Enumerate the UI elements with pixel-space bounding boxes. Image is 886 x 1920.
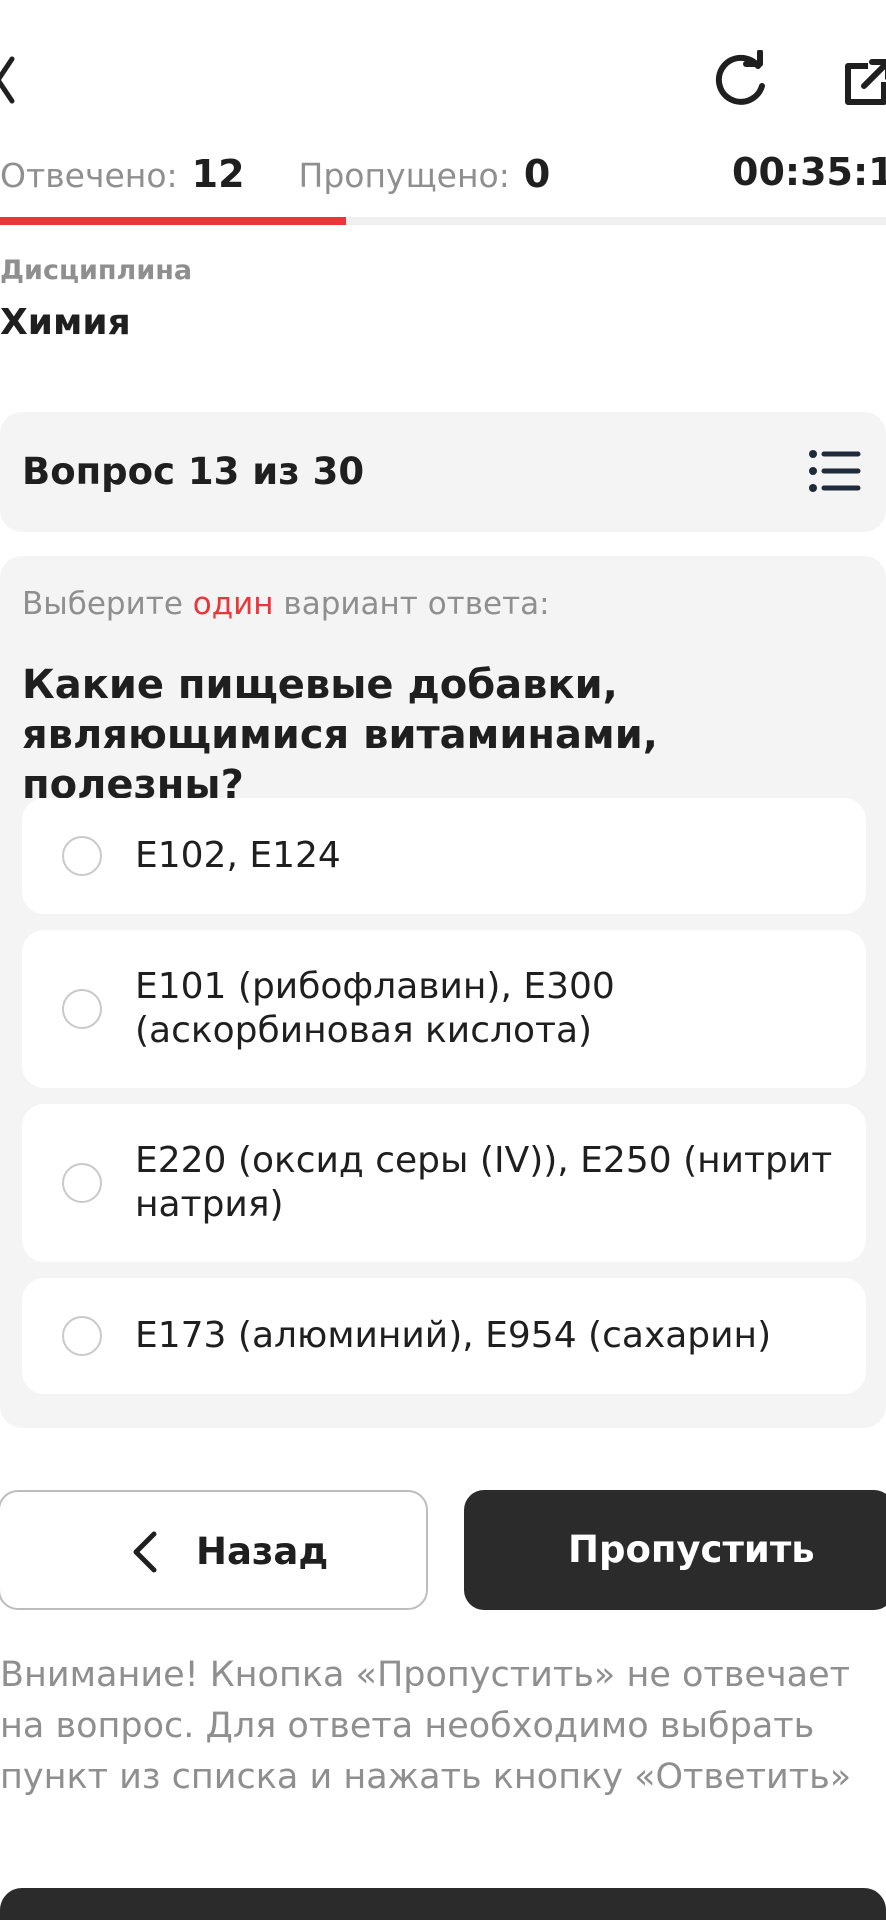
- question-card: Выберите один вариант ответа: Какие пище…: [0, 556, 886, 1428]
- skip-notice: Внимание! Кнопка «Пропустить» не отвечае…: [0, 1655, 852, 1797]
- answer-option[interactable]: E101 (рибофлавин), E300 (аскорбиновая ки…: [22, 930, 866, 1088]
- answer-option[interactable]: E102, E124: [22, 798, 866, 914]
- skip-button-label: Пропустить: [568, 1528, 815, 1571]
- question-counter: Вопрос 13 из 30: [22, 450, 365, 493]
- discipline-label: Дисциплина: [0, 255, 193, 286]
- answer-option-label: E173 (алюминий), E954 (сахарин): [135, 1315, 772, 1356]
- hint-emphasis: один: [192, 586, 274, 622]
- radio-button[interactable]: [62, 836, 102, 876]
- answer-button[interactable]: [0, 1888, 886, 1920]
- back-button[interactable]: Назад: [0, 1490, 428, 1610]
- answered-label: Отвечено:: [0, 156, 178, 195]
- question-text: Какие пищевые добавки, являющимися витам…: [22, 662, 658, 808]
- answer-stats: Отвечено: 12 Пропущено: 0: [0, 152, 550, 202]
- chevron-left-icon: [130, 1530, 160, 1574]
- progress-fill: [0, 217, 346, 225]
- external-link-icon[interactable]: [842, 58, 886, 108]
- answer-hint: Выберите один вариант ответа:: [22, 586, 550, 622]
- answer-option-label: E101 (рибофлавин), E300 (аскорбиновая ки…: [135, 966, 615, 1051]
- skipped-count: 0: [523, 152, 551, 196]
- radio-button[interactable]: [62, 989, 102, 1029]
- skipped-label: Пропущено:: [298, 156, 510, 195]
- back-chevron-icon[interactable]: [0, 55, 16, 105]
- radio-button[interactable]: [62, 1316, 102, 1356]
- back-button-label: Назад: [196, 1530, 329, 1573]
- answered-count: 12: [191, 152, 245, 196]
- answer-option[interactable]: E173 (алюминий), E954 (сахарин): [22, 1278, 866, 1394]
- refresh-icon[interactable]: [712, 49, 768, 110]
- question-header: Вопрос 13 из 30: [0, 412, 886, 532]
- skip-button[interactable]: Пропустить: [464, 1490, 886, 1610]
- hint-after: вариант ответа:: [273, 586, 550, 622]
- timer: 00:35:15: [732, 150, 886, 194]
- hint-before: Выберите: [22, 586, 193, 622]
- answer-option-label: E220 (оксид серы (IV)), E250 (нитрит нат…: [135, 1140, 833, 1225]
- answer-option-label: E102, E124: [135, 835, 341, 876]
- answer-option[interactable]: E220 (оксид серы (IV)), E250 (нитрит нат…: [22, 1104, 866, 1262]
- progress-bar: [0, 217, 886, 225]
- discipline-value: Химия: [0, 302, 131, 343]
- list-icon[interactable]: [808, 448, 862, 494]
- radio-button[interactable]: [62, 1163, 102, 1203]
